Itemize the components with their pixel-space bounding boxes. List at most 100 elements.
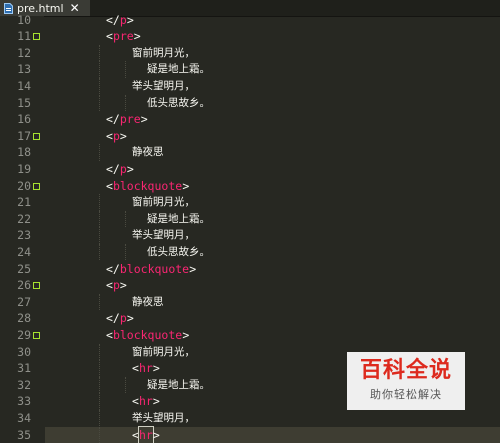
tag-bracket: </	[106, 12, 120, 29]
tag-name: p	[120, 12, 127, 29]
indent-guide	[125, 211, 126, 228]
tag-bracket: >	[182, 178, 189, 195]
tag-name: p	[120, 310, 127, 327]
code-line[interactable]: <pre><pre>	[45, 28, 500, 45]
line-number: 29	[0, 327, 31, 344]
indent-guide	[99, 294, 100, 311]
tag-bracket: >	[153, 393, 160, 410]
code-line[interactable]: <blockquote><blockquote>	[45, 327, 500, 344]
line-number-gutter: 1011121314151617181920212223242526272829…	[0, 16, 44, 435]
code-line[interactable]: 疑是地上霜。	[45, 61, 500, 78]
code-line[interactable]: 低头思故乡。	[45, 244, 500, 261]
text-content: 疑是地上霜。	[147, 377, 210, 394]
tag-bracket: >	[153, 360, 160, 377]
tag-bracket: </	[106, 310, 120, 327]
code-line[interactable]: 低头思故乡。	[45, 95, 500, 112]
code-line[interactable]: <blockquote><blockquote>	[45, 178, 500, 195]
line-number: 13	[0, 61, 31, 78]
tag-bracket: >	[134, 28, 141, 45]
text-content: 低头思故乡。	[147, 244, 210, 261]
text-content: 窗前明月光，	[132, 45, 195, 62]
code-line[interactable]: 举头望明月，	[45, 410, 500, 427]
line-number: 17	[0, 128, 31, 145]
indent-guide	[99, 360, 100, 377]
tag-name: p	[113, 128, 120, 145]
code-line[interactable]: </blockquote></blockquote>	[45, 261, 500, 278]
fold-toggle-icon[interactable]	[33, 133, 40, 140]
tag-name: pre	[113, 28, 134, 45]
tag-bracket: <	[132, 393, 139, 410]
text-content: 疑是地上霜。	[147, 211, 210, 228]
tag-name: blockquote	[120, 261, 189, 278]
code-line[interactable]: <p><p>	[45, 128, 500, 145]
tag-bracket: >	[120, 277, 127, 294]
text-content: 窗前明月光，	[132, 344, 195, 361]
tag-bracket: <	[106, 28, 113, 45]
line-number: 23	[0, 227, 31, 244]
line-number: 28	[0, 310, 31, 327]
line-number: 10	[0, 12, 31, 29]
tag-bracket: >	[120, 128, 127, 145]
indent-guide	[99, 344, 100, 361]
tag-bracket: >	[182, 327, 189, 344]
tag-name: blockquote	[113, 178, 182, 195]
indent-guide	[125, 95, 126, 112]
tag-bracket: <	[132, 360, 139, 377]
text-content: 疑是地上霜。	[147, 61, 210, 78]
tag-bracket: </	[106, 111, 120, 128]
line-number: 24	[0, 244, 31, 261]
text-content: 低头思故乡。	[147, 95, 210, 112]
code-line[interactable]: 窗前明月光，	[45, 194, 500, 211]
indent-guide	[99, 78, 100, 95]
tag-bracket: >	[189, 261, 196, 278]
fold-toggle-icon[interactable]	[33, 282, 40, 289]
code-line[interactable]: </pre></pre>	[45, 111, 500, 128]
code-line[interactable]: 窗前明月光，	[45, 45, 500, 62]
line-number: 32	[0, 377, 31, 394]
code-line[interactable]: 疑是地上霜。	[45, 211, 500, 228]
indent-guide	[99, 244, 100, 261]
tag-bracket: <	[106, 128, 113, 145]
line-number: 18	[0, 144, 31, 161]
indent-guide	[99, 194, 100, 211]
tag-name: p	[120, 161, 127, 178]
line-number: 22	[0, 211, 31, 228]
watermark-subtitle: 助你轻松解决	[347, 386, 465, 402]
fold-toggle-icon[interactable]	[33, 332, 40, 339]
tag-bracket: >	[127, 310, 134, 327]
text-content: 静夜思	[132, 144, 164, 161]
tag-name: pre	[120, 111, 141, 128]
indent-guide	[125, 244, 126, 261]
indent-guide	[99, 227, 100, 244]
line-number: 34	[0, 410, 31, 427]
watermark-logo: 百科全说 助你轻松解决	[347, 352, 465, 410]
tag-name: p	[113, 277, 120, 294]
code-line[interactable]: 静夜思	[45, 144, 500, 161]
fold-toggle-icon[interactable]	[33, 183, 40, 190]
indent-guide	[99, 410, 100, 427]
code-line[interactable]: </p></p>	[45, 310, 500, 327]
line-number: 30	[0, 344, 31, 361]
tag-name: hr	[139, 393, 153, 410]
line-number: 12	[0, 45, 31, 62]
indent-guide	[125, 377, 126, 394]
tag-bracket: <	[106, 178, 113, 195]
indent-guide	[99, 211, 100, 228]
line-number: 16	[0, 111, 31, 128]
line-number: 25	[0, 261, 31, 278]
code-line[interactable]: 举头望明月，	[45, 227, 500, 244]
tag-bracket: <	[106, 277, 113, 294]
code-line[interactable]: 静夜思	[45, 294, 500, 311]
fold-toggle-icon[interactable]	[33, 33, 40, 40]
text-content: 窗前明月光，	[132, 194, 195, 211]
code-line[interactable]: </p></p>	[45, 161, 500, 178]
tag-bracket: </	[106, 261, 120, 278]
tag-bracket: >	[141, 111, 148, 128]
tag-name: blockquote	[113, 327, 182, 344]
code-line[interactable]: <p><p>	[45, 277, 500, 294]
indent-guide	[99, 95, 100, 112]
line-number: 31	[0, 360, 31, 377]
code-line[interactable]: 举头望明月，	[45, 78, 500, 95]
code-line[interactable]: </p></p>	[45, 12, 500, 29]
indent-guide	[99, 144, 100, 161]
